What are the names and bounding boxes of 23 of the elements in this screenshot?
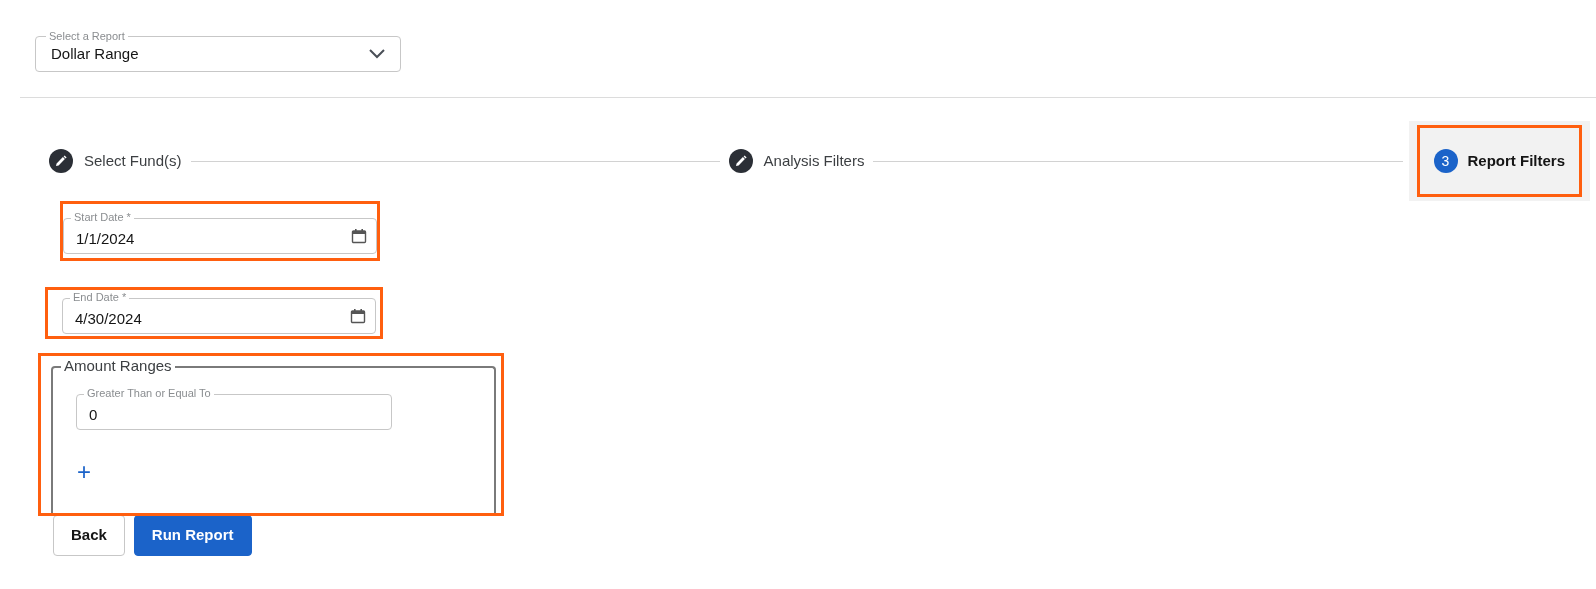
add-range-button[interactable]: +: [77, 460, 91, 484]
back-button[interactable]: Back: [53, 515, 125, 556]
select-value: Dollar Range: [51, 43, 140, 64]
step-label: Select Fund(s): [84, 150, 182, 171]
calendar-icon: [350, 308, 366, 324]
field-value: 0: [89, 404, 99, 425]
field-label: Start Date *: [71, 210, 134, 224]
pencil-icon: [728, 149, 753, 173]
field-label: End Date *: [70, 290, 130, 304]
chevron-down-icon: [369, 49, 385, 59]
field-label: Select a Report: [46, 29, 128, 43]
completed-step[interactable]: Analysis Filters: [725, 144, 868, 178]
step-label: Report Filters: [1467, 150, 1565, 171]
field-value: 1/1/2024: [76, 228, 136, 249]
step-number: 3: [1433, 149, 1458, 173]
completed-step[interactable]: Select Fund(s): [46, 144, 185, 178]
current-step[interactable]: 3 Report Filters: [1416, 125, 1582, 197]
run-report-button[interactable]: Run Report: [133, 515, 252, 556]
field-value: 4/30/2024: [75, 308, 143, 329]
pencil-icon: [49, 149, 73, 173]
calendar-icon: [351, 228, 367, 244]
step-label: Analysis Filters: [763, 150, 865, 171]
field-label: Greater Than or Equal To: [84, 386, 214, 400]
